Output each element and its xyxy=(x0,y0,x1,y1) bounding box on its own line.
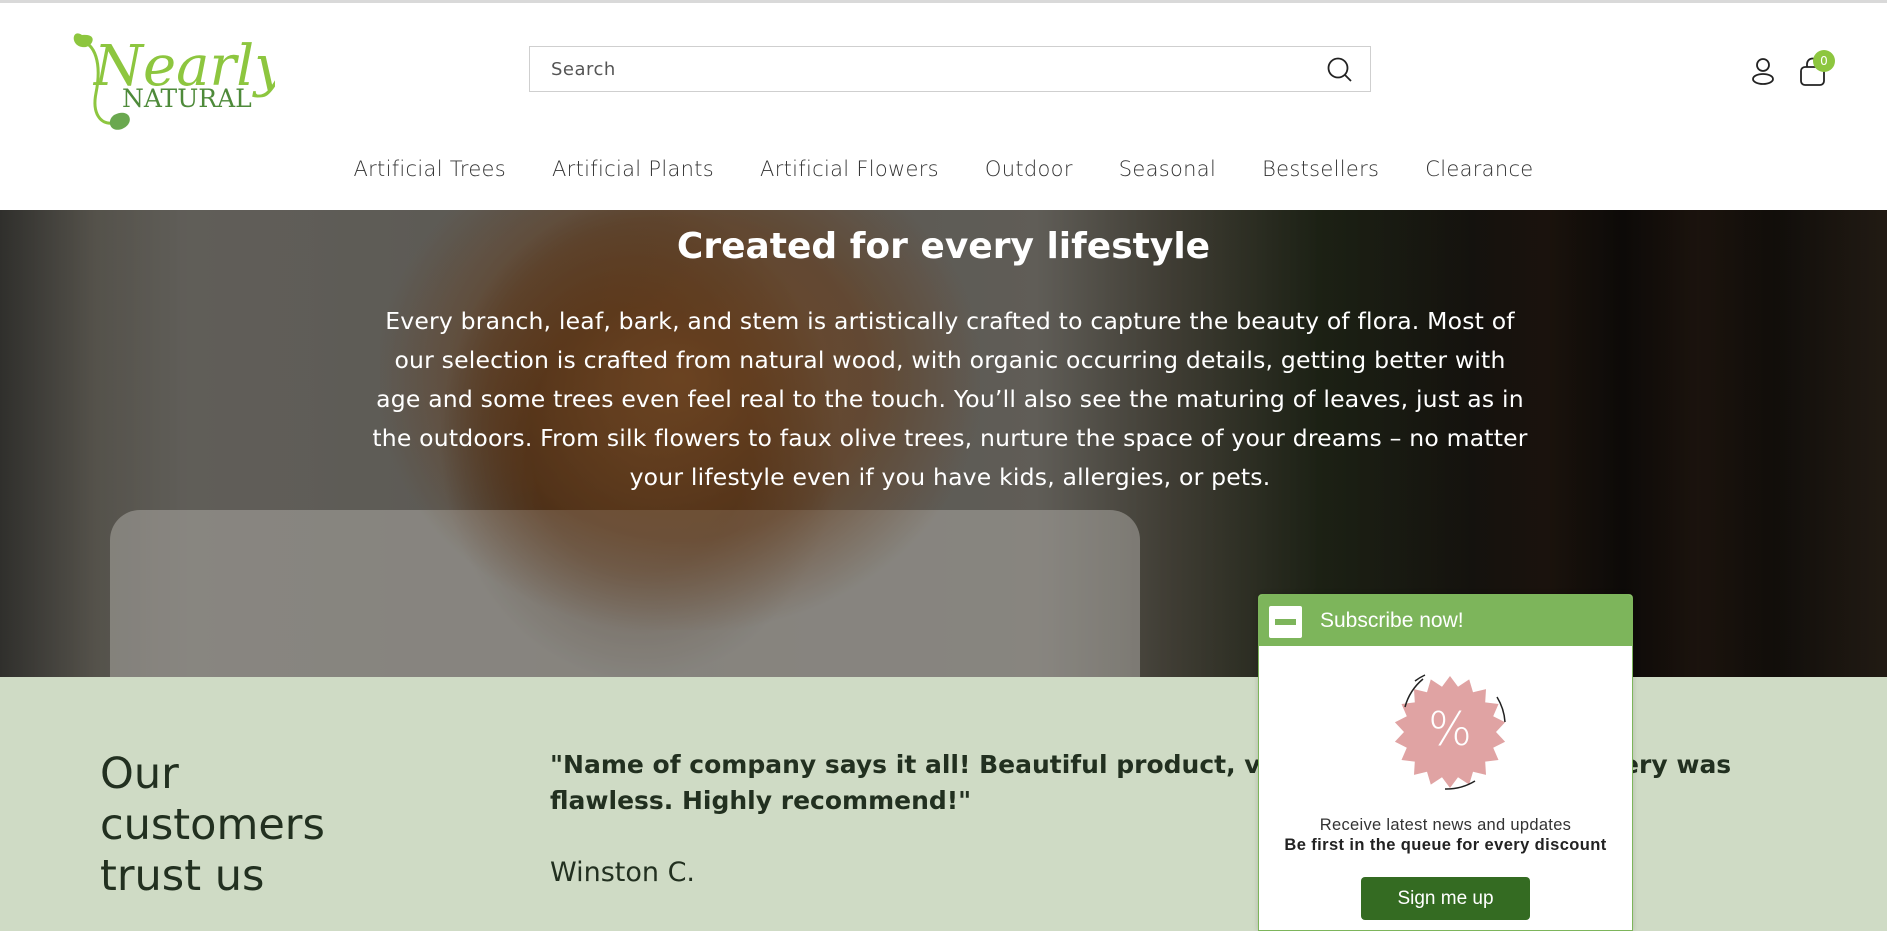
nav-item-artificial-flowers[interactable]: Artificial Flowers xyxy=(760,157,939,191)
nav-item-artificial-plants[interactable]: Artificial Plants xyxy=(552,157,714,191)
search-input[interactable] xyxy=(530,47,1310,91)
subscribe-popup-title: Subscribe now! xyxy=(1320,609,1464,632)
search-icon[interactable] xyxy=(1326,56,1354,84)
minimize-button[interactable] xyxy=(1269,606,1302,638)
testimonial-author: Winston C. xyxy=(550,857,696,888)
svg-text:%: % xyxy=(1428,702,1472,756)
sign-me-up-button[interactable]: Sign me up xyxy=(1361,877,1530,920)
svg-text:NATURAL: NATURAL xyxy=(122,84,252,113)
nav-item-artificial-trees[interactable]: Artificial Trees xyxy=(353,157,506,191)
testimonials-heading: Our customers trust us xyxy=(100,749,325,901)
subscribe-popup: Subscribe now! % Receive latest news and… xyxy=(1258,594,1633,931)
subscribe-line-1: Receive latest news and updates xyxy=(1319,816,1572,834)
nav-item-outdoor[interactable]: Outdoor xyxy=(985,157,1073,191)
logo[interactable]: Nearly NATURAL xyxy=(70,23,275,138)
cart-count-badge: 0 xyxy=(1813,50,1835,72)
discount-badge-icon: % xyxy=(1394,674,1506,790)
nav-item-bestsellers[interactable]: Bestsellers xyxy=(1262,157,1379,191)
hero-title: Created for every lifestyle xyxy=(676,226,1211,267)
nav-item-seasonal[interactable]: Seasonal xyxy=(1119,157,1216,191)
subscribe-popup-header: Subscribe now! xyxy=(1259,595,1632,646)
search-bar xyxy=(529,46,1371,92)
user-icon[interactable] xyxy=(1748,56,1778,86)
nearly-natural-logo-icon: Nearly NATURAL xyxy=(73,33,275,130)
nav-item-clearance[interactable]: Clearance xyxy=(1425,157,1533,191)
main-nav: Artificial Trees Artificial Plants Artif… xyxy=(0,157,1887,191)
hero-description: Every branch, leaf, bark, and stem is ar… xyxy=(372,307,1528,491)
site-header: Nearly NATURAL 0 Artificial Trees Artifi… xyxy=(0,3,1887,210)
subscribe-line-2: Be first in the queue for every discount xyxy=(1284,836,1607,854)
